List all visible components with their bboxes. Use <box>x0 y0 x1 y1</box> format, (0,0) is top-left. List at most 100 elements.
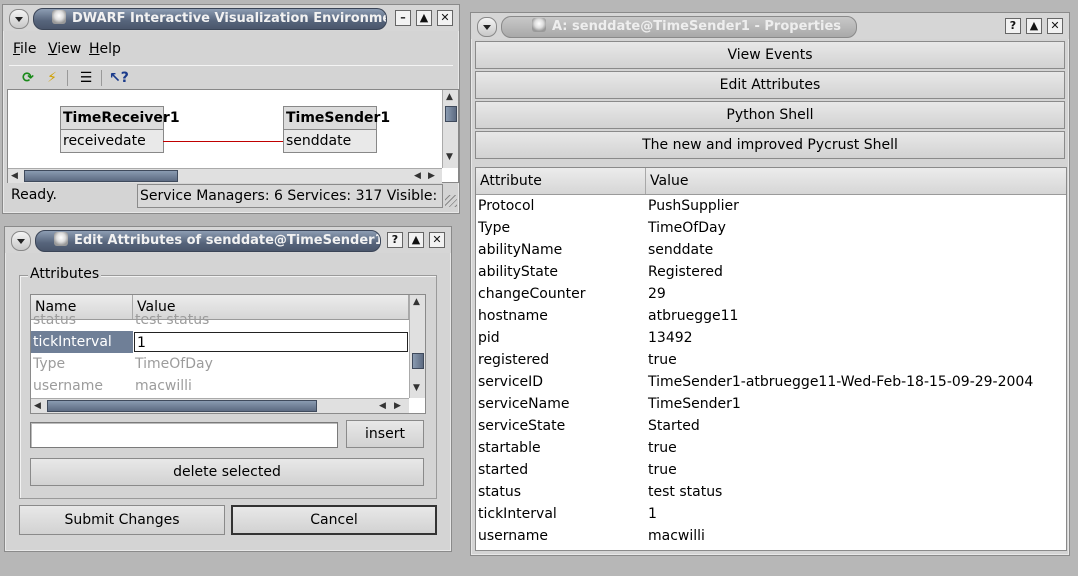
properties-titlebar[interactable]: A: senddate@TimeSender1 - Properties ? ▲… <box>471 13 1069 39</box>
scroll-left-arrow[interactable]: ◀ <box>414 171 421 181</box>
menu-file[interactable]: File <box>13 41 36 57</box>
table-row[interactable]: abilityName senddate <box>476 239 1066 261</box>
table-row[interactable]: Type TimeOfDay <box>31 353 425 375</box>
whats-this-icon[interactable]: ↖? <box>109 69 129 87</box>
node-ability[interactable]: senddate <box>284 130 376 152</box>
close-button[interactable]: ✕ <box>437 10 453 26</box>
table-row[interactable]: serviceID TimeSender1-atbruegge11-Wed-Feb… <box>476 371 1066 393</box>
help-button[interactable]: ? <box>387 232 403 248</box>
table-row[interactable]: username macwilli <box>31 375 425 397</box>
table-row[interactable]: serviceName TimeSender1 <box>476 393 1066 415</box>
attr-name: startable <box>478 440 541 456</box>
window-title-text: Edit Attributes of senddate@TimeSender1 <box>74 233 381 248</box>
attr-value: 1 <box>648 506 657 522</box>
service-graph-canvas[interactable]: TimeReceiver1 receivedate TimeSender1 se… <box>7 89 459 183</box>
attr-name: status <box>478 484 522 500</box>
scroll-right-arrow[interactable]: ▶ <box>428 171 435 181</box>
lightning-icon[interactable]: ⚡ <box>43 69 61 87</box>
attr-value: true <box>648 352 677 368</box>
close-button[interactable]: ✕ <box>1047 18 1063 34</box>
python-shell-button[interactable]: Python Shell <box>475 101 1065 129</box>
cancel-button[interactable]: Cancel <box>231 505 437 535</box>
scroll-down-arrow[interactable]: ▼ <box>446 152 453 162</box>
attr-value: Started <box>648 418 700 434</box>
attr-name: Type <box>33 356 66 372</box>
scroll-left-arrow[interactable]: ◀ <box>379 401 386 411</box>
menubar: File View Help <box>7 35 455 63</box>
attributes-table[interactable]: Name Value status test status tickInterv… <box>30 294 426 414</box>
toolbar-separator <box>67 70 68 86</box>
status-text: Ready. <box>11 187 57 203</box>
resize-grip-icon[interactable] <box>445 195 457 207</box>
table-row[interactable]: serviceState Started <box>476 415 1066 437</box>
service-node[interactable]: TimeReceiver1 receivedate <box>60 106 180 153</box>
scroll-down-arrow[interactable]: ▼ <box>413 383 420 393</box>
node-ability[interactable]: receivedate <box>61 130 163 152</box>
attr-name: tickInterval <box>478 506 557 522</box>
table-row[interactable]: tickInterval 1 <box>476 503 1066 525</box>
canvas-horizontal-scrollbar[interactable]: ◀ ◀ ▶ <box>8 168 442 183</box>
menu-view[interactable]: View <box>48 41 81 57</box>
table-row[interactable]: changeCounter 29 <box>476 283 1066 305</box>
table-row[interactable]: pid 13492 <box>476 327 1066 349</box>
table-row[interactable]: registered true <box>476 349 1066 371</box>
table-vertical-scrollbar[interactable]: ▲ ▼ <box>409 295 425 398</box>
scroll-thumb[interactable] <box>47 400 317 412</box>
attr-value: macwilli <box>648 528 705 544</box>
table-row[interactable]: status test status <box>476 481 1066 503</box>
attr-name: changeCounter <box>478 286 586 302</box>
new-attribute-input[interactable] <box>30 422 338 448</box>
table-row-selected[interactable]: tickInterval 1 <box>31 331 425 353</box>
table-row[interactable]: Protocol PushSupplier <box>476 195 1066 217</box>
table-horizontal-scrollbar[interactable]: ◀ ◀ ▶ <box>31 398 409 413</box>
scroll-thumb[interactable] <box>24 170 178 182</box>
pycrust-shell-button[interactable]: The new and improved Pycrust Shell <box>475 131 1065 159</box>
attr-value: true <box>648 462 677 478</box>
attr-name: serviceName <box>478 396 570 412</box>
table-row[interactable]: username macwilli <box>476 525 1066 547</box>
maximize-button[interactable]: ▲ <box>408 232 424 248</box>
scroll-up-arrow[interactable]: ▲ <box>446 92 453 102</box>
dwarf-titlebar[interactable]: DWARF Interactive Visualization Environm… <box>3 5 459 31</box>
maximize-button[interactable]: ▲ <box>416 10 432 26</box>
refresh-icon[interactable]: ⟳ <box>19 69 37 87</box>
scroll-up-arrow[interactable]: ▲ <box>413 297 420 307</box>
submit-changes-button[interactable]: Submit Changes <box>19 505 225 535</box>
table-row[interactable]: abilityState Registered <box>476 261 1066 283</box>
scroll-right-arrow[interactable]: ▶ <box>394 401 401 411</box>
window-menu-button[interactable] <box>9 9 29 29</box>
table-row[interactable]: started true <box>476 459 1066 481</box>
canvas-vertical-scrollbar[interactable]: ▲ ▼ <box>442 90 458 168</box>
window-menu-button[interactable] <box>11 231 31 251</box>
insert-button[interactable]: insert <box>346 420 424 448</box>
minimize-button[interactable]: – <box>395 10 411 26</box>
view-events-button[interactable]: View Events <box>475 41 1065 69</box>
attr-value-editor[interactable]: 1 <box>134 332 408 352</box>
help-button[interactable]: ? <box>1005 18 1021 34</box>
table-row[interactable]: Type TimeOfDay <box>476 217 1066 239</box>
scroll-left-arrow[interactable]: ◀ <box>34 401 41 411</box>
attr-name: Type <box>478 220 511 236</box>
list-icon[interactable]: ☰ <box>77 69 95 87</box>
maximize-button[interactable]: ▲ <box>1026 18 1042 34</box>
table-row[interactable]: status test status <box>31 309 425 331</box>
dwarf-title: DWARF Interactive Visualization Environm… <box>33 8 387 30</box>
attr-name: tickInterval <box>31 331 133 353</box>
app-icon <box>54 232 68 246</box>
edit-titlebar[interactable]: Edit Attributes of senddate@TimeSender1 … <box>5 227 451 253</box>
service-node[interactable]: TimeSender1 senddate <box>283 106 390 153</box>
menu-help[interactable]: Help <box>89 41 121 57</box>
scroll-left-arrow[interactable]: ◀ <box>11 171 18 181</box>
properties-table[interactable]: Attribute Value Protocol PushSupplier Type… <box>475 167 1067 551</box>
edit-attributes-button[interactable]: Edit Attributes <box>475 71 1065 99</box>
column-header-attribute[interactable]: Attribute <box>476 168 646 194</box>
column-header-value[interactable]: Value <box>646 168 1066 194</box>
scroll-thumb[interactable] <box>412 353 424 369</box>
window-menu-button[interactable] <box>477 17 497 37</box>
delete-selected-button[interactable]: delete selected <box>30 458 424 486</box>
table-row[interactable]: startable true <box>476 437 1066 459</box>
table-row[interactable]: hostname atbruegge11 <box>476 305 1066 327</box>
scroll-thumb[interactable] <box>445 106 457 122</box>
edit-title: Edit Attributes of senddate@TimeSender1 <box>35 230 381 252</box>
close-button[interactable]: ✕ <box>429 232 445 248</box>
